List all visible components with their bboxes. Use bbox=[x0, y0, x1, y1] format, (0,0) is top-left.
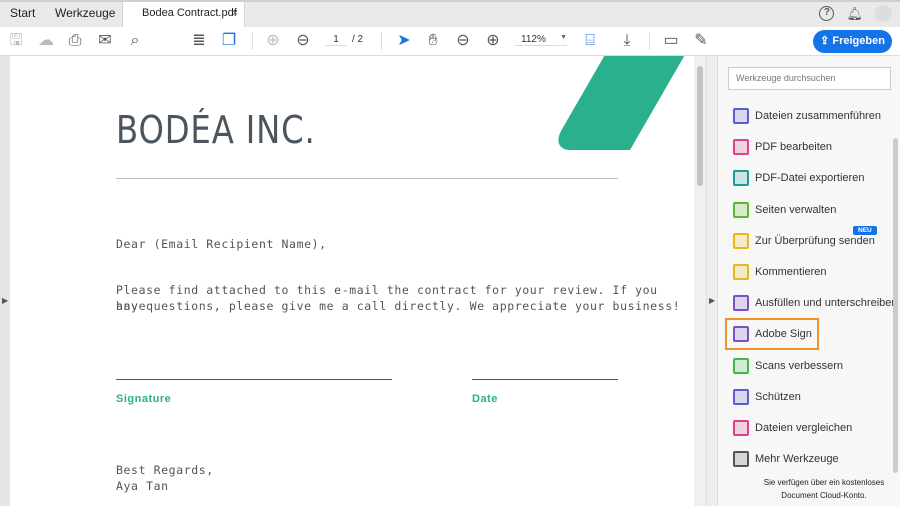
print-icon[interactable]: ⎙ bbox=[65, 31, 85, 51]
share-button[interactable]: ⇪ Freigeben bbox=[813, 30, 892, 53]
tab-tools[interactable]: Werkzeuge bbox=[55, 2, 115, 27]
body-line-2: any questions, please give me a call dir… bbox=[116, 299, 681, 313]
sign-icon[interactable]: ≣ bbox=[189, 31, 209, 51]
tool-item-dateien-zusammenführen[interactable]: Dateien zusammenführen bbox=[733, 105, 881, 127]
account-notice: Sie verfügen über ein kostenloses Docume… bbox=[718, 476, 900, 502]
bell-icon[interactable]: 🔔︎ bbox=[846, 6, 863, 22]
tool-item-ausfüllen-und-unterschreiben[interactable]: Ausfüllen und unterschreiben bbox=[733, 292, 897, 314]
highlight-pen-icon[interactable]: ✎ bbox=[691, 31, 711, 51]
divider bbox=[116, 178, 618, 179]
search-icon[interactable]: ⌕ bbox=[125, 31, 145, 51]
tool-item-scans-verbessern[interactable]: Scans verbessern bbox=[733, 355, 843, 377]
tool-item-mehr-werkzeuge[interactable]: Mehr Werkzeuge bbox=[733, 448, 839, 470]
page-number-input[interactable]: 1 bbox=[325, 34, 347, 46]
tool-label: Dateien vergleichen bbox=[755, 422, 853, 434]
zoom-in-icon[interactable]: ⊕ bbox=[483, 31, 503, 51]
sender-name: Aya Tan bbox=[116, 479, 169, 493]
comment-icon[interactable]: ▭ bbox=[661, 31, 681, 51]
tool-icon bbox=[733, 139, 749, 156]
highlight-box bbox=[725, 318, 819, 350]
share-label: Freigeben bbox=[832, 35, 885, 47]
tools-panel: Werkzeuge durchsuchen Dateien zusammenfü… bbox=[718, 56, 900, 506]
tool-icon bbox=[733, 451, 749, 468]
scrollbar-thumb[interactable] bbox=[697, 66, 703, 186]
mail-icon[interactable]: ✉ bbox=[95, 31, 115, 51]
brand-shape bbox=[549, 56, 691, 150]
next-page-icon[interactable]: ⊖ bbox=[293, 31, 313, 51]
date-line bbox=[472, 379, 618, 380]
tool-label: Mehr Werkzeuge bbox=[755, 453, 839, 466]
tool-icon bbox=[733, 264, 749, 280]
toolbar: 🖫 ☁ ⎙ ✉ ⌕ ≣ ❐ ⊕ ⊖ 1 / 2 ➤ ✋︎ ⊖ ⊕ 112% ▼ ⌸… bbox=[0, 27, 900, 56]
tab-start[interactable]: Start bbox=[10, 2, 35, 27]
hand-icon[interactable]: ✋︎ bbox=[423, 31, 443, 51]
tool-icon bbox=[733, 388, 749, 405]
zoom-select[interactable]: 112% ▼ bbox=[515, 34, 567, 46]
tool-item-pdf-bearbeiten[interactable]: PDF bearbeiten bbox=[733, 136, 832, 158]
tool-icon bbox=[733, 108, 749, 124]
tool-label: PDF-Datei exportieren bbox=[755, 172, 865, 185]
company-logo: BODÉA INC. bbox=[116, 108, 316, 152]
tool-icon bbox=[733, 232, 749, 249]
tools-search-input[interactable]: Werkzeuge durchsuchen bbox=[728, 67, 891, 90]
tool-icon bbox=[733, 357, 749, 374]
signature-line bbox=[116, 379, 392, 380]
zoom-out-icon[interactable]: ⊖ bbox=[453, 31, 473, 51]
tool-label: Ausfüllen und unterschreiben bbox=[755, 297, 898, 310]
scroll-mode-icon[interactable]: ⤓ bbox=[617, 31, 637, 51]
tool-label: Scans verbessern bbox=[755, 359, 844, 372]
panel-divider[interactable]: ▶ bbox=[706, 56, 718, 506]
date-label: Date bbox=[472, 393, 498, 405]
collapse-panel-icon[interactable]: ▶ bbox=[709, 296, 715, 305]
close-tab-icon[interactable]: × bbox=[232, 2, 238, 25]
tool-label: Seiten verwalten bbox=[755, 203, 837, 216]
document-viewer: ▶ BODÉA INC. Dear (Email Recipient Name)… bbox=[0, 56, 706, 506]
tool-item-schützen[interactable]: Schützen bbox=[733, 386, 801, 408]
account-notice-line-1: Sie verfügen über ein kostenloses bbox=[763, 478, 885, 487]
tool-label: Kommentieren bbox=[755, 266, 827, 278]
signature-label: Signature bbox=[116, 393, 172, 405]
zoom-value: 112% bbox=[521, 34, 546, 45]
tab-document-label: Bodea Contract.pdf bbox=[142, 7, 237, 19]
select-cursor-icon[interactable]: ➤ bbox=[394, 31, 414, 51]
tab-document[interactable]: Bodea Contract.pdf × bbox=[122, 2, 245, 27]
greeting: Dear (Email Recipient Name), bbox=[116, 237, 327, 251]
closing: Best Regards, bbox=[116, 463, 214, 477]
pdf-page: BODÉA INC. Dear (Email Recipient Name), … bbox=[10, 56, 694, 506]
tool-icon bbox=[733, 170, 749, 187]
panel-scrollbar[interactable] bbox=[893, 138, 898, 473]
account-notice-line-2: Document Cloud-Konto. bbox=[781, 491, 867, 500]
tool-label: PDF bearbeiten bbox=[755, 141, 833, 154]
page-total: / 2 bbox=[352, 34, 364, 45]
avatar[interactable] bbox=[875, 5, 892, 22]
document-scrollbar[interactable] bbox=[694, 56, 706, 506]
expand-left-icon[interactable]: ▶ bbox=[2, 296, 8, 305]
help-icon[interactable]: ? bbox=[819, 6, 835, 21]
share-icon: ⇪ bbox=[820, 35, 833, 47]
tool-label: Zur Überprüfung senden bbox=[755, 234, 875, 247]
save-icon[interactable]: 🖫 bbox=[6, 31, 26, 51]
tab-bar: Start Werkzeuge Bodea Contract.pdf × ? 🔔︎ bbox=[0, 0, 900, 27]
tool-item-kommentieren[interactable]: Kommentieren bbox=[733, 261, 827, 283]
tool-icon bbox=[733, 420, 749, 436]
tool-item-pdf-datei-exportieren[interactable]: PDF-Datei exportieren bbox=[733, 167, 864, 189]
fit-page-icon[interactable]: ⌸ bbox=[580, 31, 600, 51]
tool-item-seiten-verwalten[interactable]: Seiten verwalten bbox=[733, 199, 836, 221]
tool-label: Dateien zusammenführen bbox=[755, 110, 881, 122]
tool-icon bbox=[733, 295, 749, 312]
new-badge: NEU bbox=[853, 226, 877, 235]
tool-icon bbox=[733, 201, 749, 218]
tool-item-dateien-vergleichen[interactable]: Dateien vergleichen bbox=[733, 417, 852, 439]
previous-page-icon[interactable]: ⊕ bbox=[263, 31, 283, 51]
upload-cloud-icon[interactable]: ☁ bbox=[36, 31, 56, 51]
tool-label: Schützen bbox=[755, 390, 801, 403]
document-pages-icon[interactable]: ❐ bbox=[219, 31, 239, 51]
